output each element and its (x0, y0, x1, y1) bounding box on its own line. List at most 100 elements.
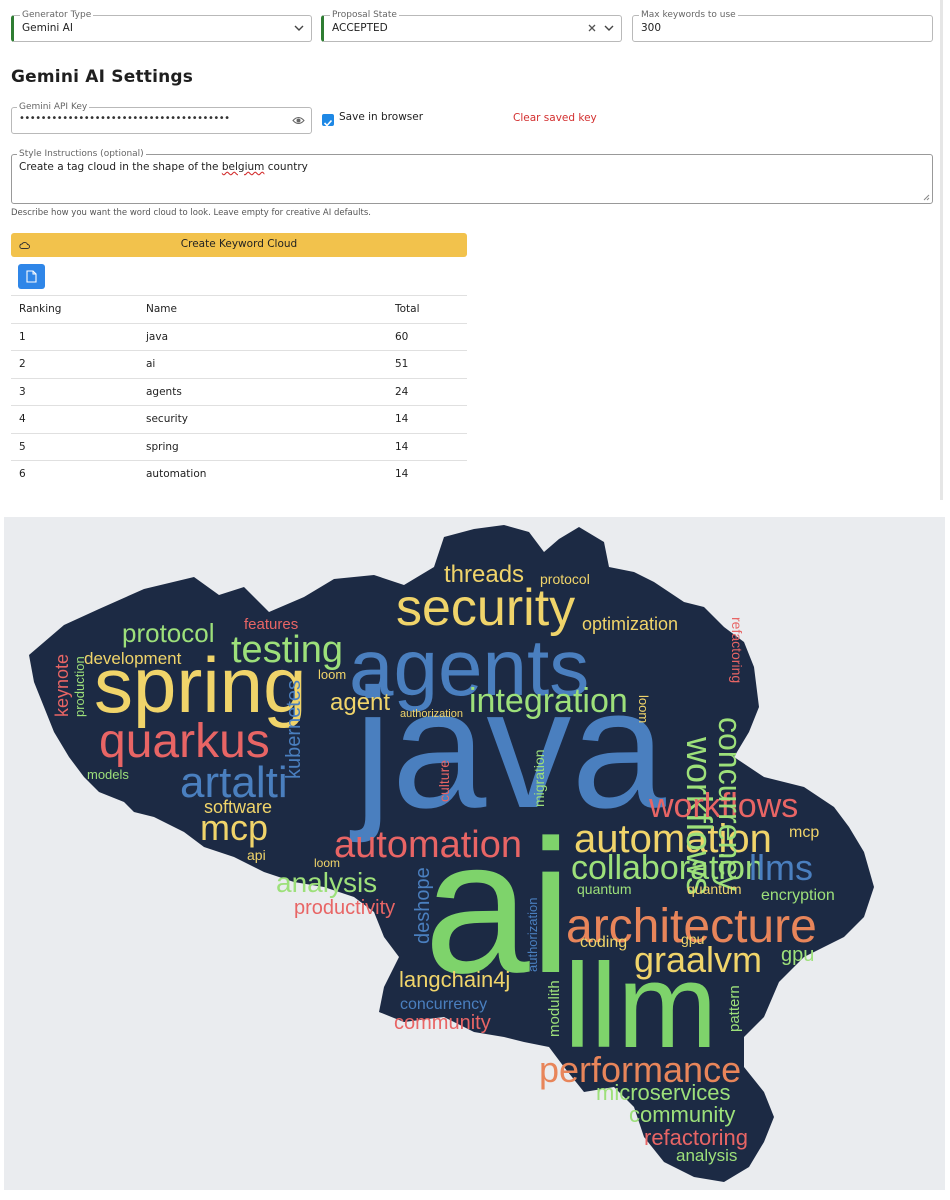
cloud-word-quantum: quantum (577, 881, 631, 897)
rank-cell: 3 (11, 377, 146, 406)
cloud-word-testing: testing (231, 629, 343, 671)
generator-type-label: Generator Type (20, 9, 94, 21)
rank-cell: 5 (11, 432, 146, 461)
name-cell: java (146, 322, 395, 351)
clear-icon[interactable] (586, 22, 598, 34)
clear-saved-key-link[interactable]: Clear saved key (513, 112, 597, 124)
cloud-word-deshope: deshope (412, 867, 434, 944)
cloud-word-encryption: encryption (761, 887, 835, 904)
table-row[interactable]: 5 spring 14 (11, 432, 467, 461)
api-key-value: ••••••••••••••••••••••••••••••••••••••• (19, 113, 230, 124)
total-cell: 24 (395, 377, 467, 406)
cloud-word-productivity: productivity (294, 897, 395, 919)
eye-icon[interactable] (292, 115, 305, 126)
page-title: Gemini AI Settings (11, 67, 194, 87)
total-cell: 14 (395, 405, 467, 433)
belgium-word-cloud: javaaiagentsspringllmsecurityarchitectur… (29, 525, 874, 1182)
column-header[interactable]: Ranking (11, 295, 146, 323)
name-cell: ai (146, 350, 395, 378)
cloud-word-protocol: protocol (540, 571, 590, 587)
api-key-field[interactable]: Gemini API Key •••••••••••••••••••••••••… (11, 101, 312, 134)
check-icon (323, 119, 333, 127)
cloud-word-authorization: authorization (525, 898, 540, 972)
name-cell: agents (146, 377, 395, 406)
max-keywords-input[interactable]: Max keywords to use 300 (632, 9, 933, 42)
file-icon (26, 270, 37, 283)
cloud-word-pattern: pattern (726, 985, 743, 1032)
generator-type-value: Gemini AI (22, 22, 73, 34)
rank-cell: 2 (11, 350, 146, 378)
cloud-word-concurrency: concurrency (400, 996, 487, 1013)
cloud-word-loom: loom (636, 695, 651, 723)
name-cell: security (146, 405, 395, 433)
style-instructions-textarea[interactable]: Style Instructions (optional) Create a t… (11, 148, 933, 204)
style-instructions-helper: Describe how you want the word cloud to … (11, 208, 371, 218)
cloud-word-analysis: analysis (276, 867, 377, 898)
cloud-word-models: models (87, 767, 129, 782)
api-key-label: Gemini API Key (17, 101, 90, 113)
max-keywords-value: 300 (641, 22, 662, 34)
cloud-word-community: community (629, 1102, 735, 1127)
scrollbar[interactable] (940, 0, 943, 500)
table-row[interactable]: 6 automation 14 (11, 460, 467, 488)
name-cell: automation (146, 460, 395, 488)
style-instructions-value: Create a tag cloud in the shape of the b… (19, 161, 308, 173)
total-cell: 51 (395, 350, 467, 378)
cloud-word-modulith: modulith (546, 980, 563, 1037)
total-cell: 60 (395, 322, 467, 351)
proposal-state-label: Proposal State (330, 9, 399, 21)
column-header[interactable]: Total (395, 295, 467, 323)
chevron-down-icon[interactable] (293, 22, 305, 34)
cloud-word-quantum: quantum (687, 881, 741, 897)
cloud-word-coding: coding (580, 934, 627, 951)
total-cell: 14 (395, 432, 467, 461)
cloud-word-gpu: gpu (781, 944, 814, 966)
rank-cell: 4 (11, 405, 146, 433)
cloud-word-threads: threads (444, 561, 524, 588)
cloud-word-features: features (244, 616, 298, 633)
create-keyword-cloud-label: Create Keyword Cloud (180, 238, 298, 250)
resize-grip-icon[interactable] (923, 194, 930, 201)
cloud-word-loom: loom (314, 856, 340, 870)
table-row[interactable]: 4 security 14 (11, 405, 467, 433)
cloud-word-community: community (394, 1012, 491, 1034)
cloud-word-culture: culture (436, 760, 452, 802)
cloud-word-agent: agent (330, 689, 390, 716)
table-header-row: Ranking Name Total (11, 295, 467, 323)
cloud-word-optimization: optimization (582, 614, 678, 634)
cloud-word-analysis: analysis (676, 1146, 737, 1165)
cloud-word-gpu: gpu (681, 931, 704, 947)
cloud-word-protocol: protocol (122, 618, 215, 648)
max-keywords-label: Max keywords to use (639, 9, 738, 21)
cloud-word-loom: loom (318, 667, 346, 682)
cloud-word-api: api (247, 847, 266, 863)
cloud-word-integration: integration (469, 682, 628, 720)
generator-type-select[interactable]: Generator Type Gemini AI (11, 9, 312, 42)
create-keyword-cloud-button[interactable]: Create Keyword Cloud (11, 233, 467, 257)
chevron-down-icon[interactable] (603, 22, 615, 34)
column-header[interactable]: Name (146, 295, 395, 323)
rank-cell: 6 (11, 460, 146, 488)
proposal-state-select[interactable]: Proposal State ACCEPTED (321, 9, 622, 42)
keyword-ranking-table: Ranking Name Total 1 java 60 2 ai 51 3 agents… (11, 295, 467, 488)
name-cell: spring (146, 432, 395, 461)
cloud-word-production: production (72, 656, 87, 717)
save-in-browser-label[interactable]: Save in browser (339, 111, 423, 123)
word-cloud-image: java ai agents spring llm security architectur… (4, 517, 945, 1190)
cloud-word-mcp: mcp (789, 824, 819, 841)
total-cell: 14 (395, 460, 467, 488)
cloud-word-automation: automation (334, 824, 522, 866)
cloud-word-keynote: keynote (52, 654, 72, 717)
export-file-button[interactable] (18, 264, 45, 289)
cloud-word-kubernetes: kubernetes (283, 680, 305, 779)
table-row[interactable]: 2 ai 51 (11, 350, 467, 378)
proposal-state-value: ACCEPTED (332, 22, 388, 34)
cloud-word-llms: llms (749, 847, 813, 888)
save-in-browser-checkbox[interactable] (322, 114, 334, 127)
cloud-word-software: software (204, 797, 272, 817)
cloud-word-migration: migration (531, 749, 547, 807)
style-instructions-label: Style Instructions (optional) (17, 148, 146, 160)
cloud-word-langchain4j: langchain4j (399, 967, 510, 992)
table-row[interactable]: 1 java 60 (11, 322, 467, 351)
table-row[interactable]: 3 agents 24 (11, 377, 467, 406)
